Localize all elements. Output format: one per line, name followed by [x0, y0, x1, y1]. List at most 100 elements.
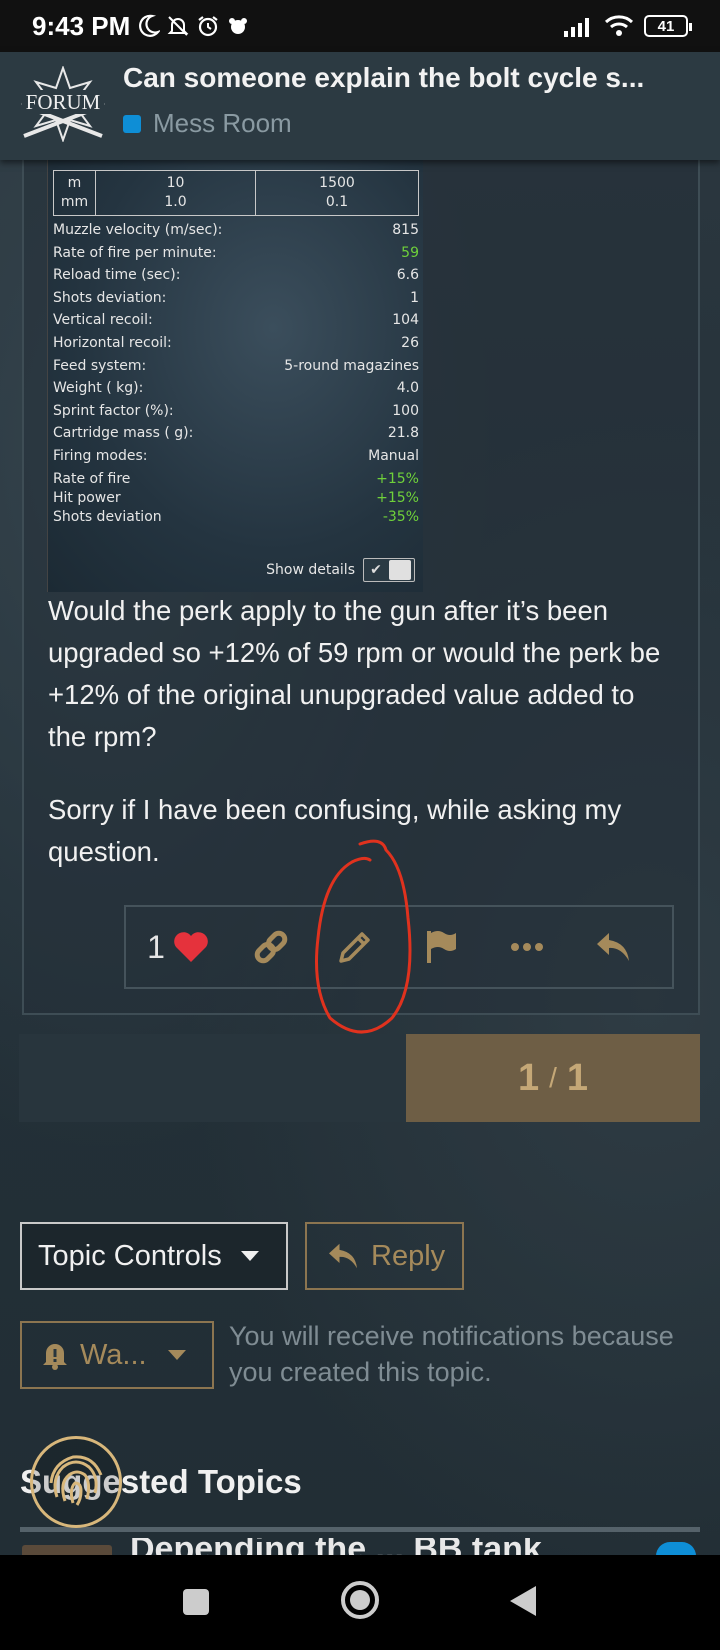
modifier-value: -35%: [382, 509, 419, 525]
caret-down-icon: [167, 1350, 186, 1360]
stat-value: 59: [401, 244, 419, 261]
post-paragraph: Would the perk apply to the gun after it…: [48, 595, 661, 752]
stat-value: 6.6: [396, 267, 419, 284]
more-options-button[interactable]: [484, 907, 570, 987]
stat-value: 104: [392, 312, 419, 329]
signal-icon: [564, 18, 589, 37]
stat-row: Vertical recoil: 104: [53, 309, 419, 332]
stat-row: Horizontal recoil: 26: [53, 332, 419, 355]
stat-row: Weight ( kg): 4.0: [53, 377, 419, 400]
logo-text: FORUM: [26, 90, 101, 114]
stat-row: Shots deviation: 1: [53, 287, 419, 310]
weapon-stats-image[interactable]: Armor penetration (mm) at range (m) m mm…: [47, 152, 423, 592]
flag-button[interactable]: [398, 907, 484, 987]
suggested-topic-title[interactable]: Depending the ... BB tank: [130, 1538, 630, 1555]
home-icon[interactable]: [340, 1580, 380, 1620]
flag-icon: [427, 931, 456, 963]
edit-button[interactable]: [312, 907, 398, 987]
penetration-table: m mm 10 1.0 1500 0.1: [53, 170, 419, 216]
show-details-toggle[interactable]: ✔: [363, 558, 415, 582]
stat-label: Sprint factor (%):: [53, 402, 174, 419]
chat-assistant-button[interactable]: [30, 1436, 122, 1528]
app-notification-icon: [229, 18, 248, 34]
stat-label: Weight ( kg):: [53, 380, 144, 397]
stat-value: 815: [392, 222, 419, 238]
bell-alert-icon: [43, 1344, 67, 1370]
penetration-column: 10 1.0: [96, 171, 256, 215]
penetration-row-labels: m mm: [54, 171, 96, 215]
range-value: 1500: [319, 175, 355, 191]
timeline-track[interactable]: [19, 1034, 406, 1122]
stat-value: 100: [392, 402, 419, 419]
status-left-icons: [138, 14, 250, 38]
post-body: Would the perk apply to the gun after it…: [48, 590, 678, 904]
stat-value: 4.0: [396, 380, 419, 397]
stat-list: Muzzle velocity (m/sec): 815 Rate of fire …: [53, 219, 419, 468]
post-paragraph: Sorry if I have been confusing, while as…: [48, 794, 622, 867]
stat-label: Cartridge mass ( g):: [53, 425, 194, 442]
stat-value: 5-round magazines: [284, 357, 419, 374]
stat-row: Cartridge mass ( g): 21.8: [53, 422, 419, 445]
modifier-row: Shots deviation -35%: [53, 508, 419, 527]
stat-row: Firing modes: Manual: [53, 445, 419, 468]
fingerprint-icon: [49, 1455, 103, 1506]
reply-button[interactable]: Reply: [305, 1222, 464, 1290]
stat-value: 1: [410, 289, 419, 306]
checkmark-icon: ✔: [370, 562, 382, 578]
show-details-control[interactable]: Show details ✔: [266, 558, 415, 582]
recent-apps-icon[interactable]: [182, 1588, 210, 1616]
copy-link-button[interactable]: [230, 907, 312, 987]
moon-icon: [139, 14, 161, 37]
post-actions: 1: [124, 905, 674, 989]
forum-logo[interactable]: FORUM: [18, 66, 108, 142]
penetration-value: 1.0: [164, 194, 187, 210]
stat-label: Muzzle velocity (m/sec):: [53, 222, 223, 238]
back-icon[interactable]: [508, 1585, 538, 1617]
status-right-icons: 41: [562, 14, 692, 38]
suggested-divider: [20, 1527, 700, 1532]
stat-label: Vertical recoil:: [53, 312, 153, 329]
topic-controls-button[interactable]: Topic Controls: [20, 1222, 288, 1290]
topic-title[interactable]: Can someone explain the bolt cycle s...: [123, 62, 683, 94]
modifier-list: Rate of fire +15% Hit power +15% Shots devia…: [53, 470, 419, 527]
stat-label: Rate of fire per minute:: [53, 244, 217, 261]
like-button[interactable]: 1: [126, 907, 230, 987]
category-name: Mess Room: [153, 108, 292, 138]
notification-reason: You will receive notifications because y…: [229, 1321, 674, 1387]
stat-label: Firing modes:: [53, 447, 148, 464]
penetration-column: 1500 0.1: [256, 171, 418, 215]
suggested-topic-title-text: Depending the ... BB tank: [130, 1538, 630, 1555]
bell-muted-icon: [167, 16, 189, 36]
modifier-label: Shots deviation: [53, 509, 162, 525]
reply-post-button[interactable]: [570, 907, 656, 987]
reply-icon: [329, 1243, 357, 1269]
toggle-knob: [389, 560, 411, 580]
pencil-icon: [339, 932, 370, 963]
like-count: 1: [147, 928, 165, 965]
row-label-range: m: [67, 175, 82, 191]
notification-level-button[interactable]: Wa...: [20, 1321, 214, 1389]
row-label-penetration: mm: [60, 194, 89, 210]
reply-icon: [597, 933, 629, 961]
counter-separator: /: [549, 1062, 557, 1093]
stat-label: Feed system:: [53, 357, 147, 374]
modifier-value: +15%: [376, 471, 419, 487]
category-link[interactable]: Mess Room: [123, 108, 292, 139]
link-icon: [254, 930, 288, 964]
modifier-value: +15%: [376, 490, 419, 506]
topic-header: FORUM Can someone explain the bolt cycle…: [0, 52, 720, 160]
system-nav-bar: [0, 1555, 720, 1650]
current-post: 1: [517, 1056, 540, 1099]
status-time: 9:43 PM: [32, 10, 131, 41]
topic-controls-label: Topic Controls: [38, 1239, 222, 1272]
heart-icon: [174, 932, 208, 962]
modifier-row: Hit power +15%: [53, 489, 419, 508]
wifi-icon: [604, 15, 634, 36]
ellipsis-icon: [511, 943, 543, 951]
battery-icon: 41: [644, 15, 692, 37]
stat-row: Feed system: 5-round magazines: [53, 355, 419, 378]
stat-row: Muzzle velocity (m/sec): 815: [53, 219, 419, 242]
modifier-label: Hit power: [53, 490, 121, 506]
stat-label: Horizontal recoil:: [53, 334, 172, 351]
post-counter[interactable]: 1 / 1: [406, 1034, 700, 1122]
